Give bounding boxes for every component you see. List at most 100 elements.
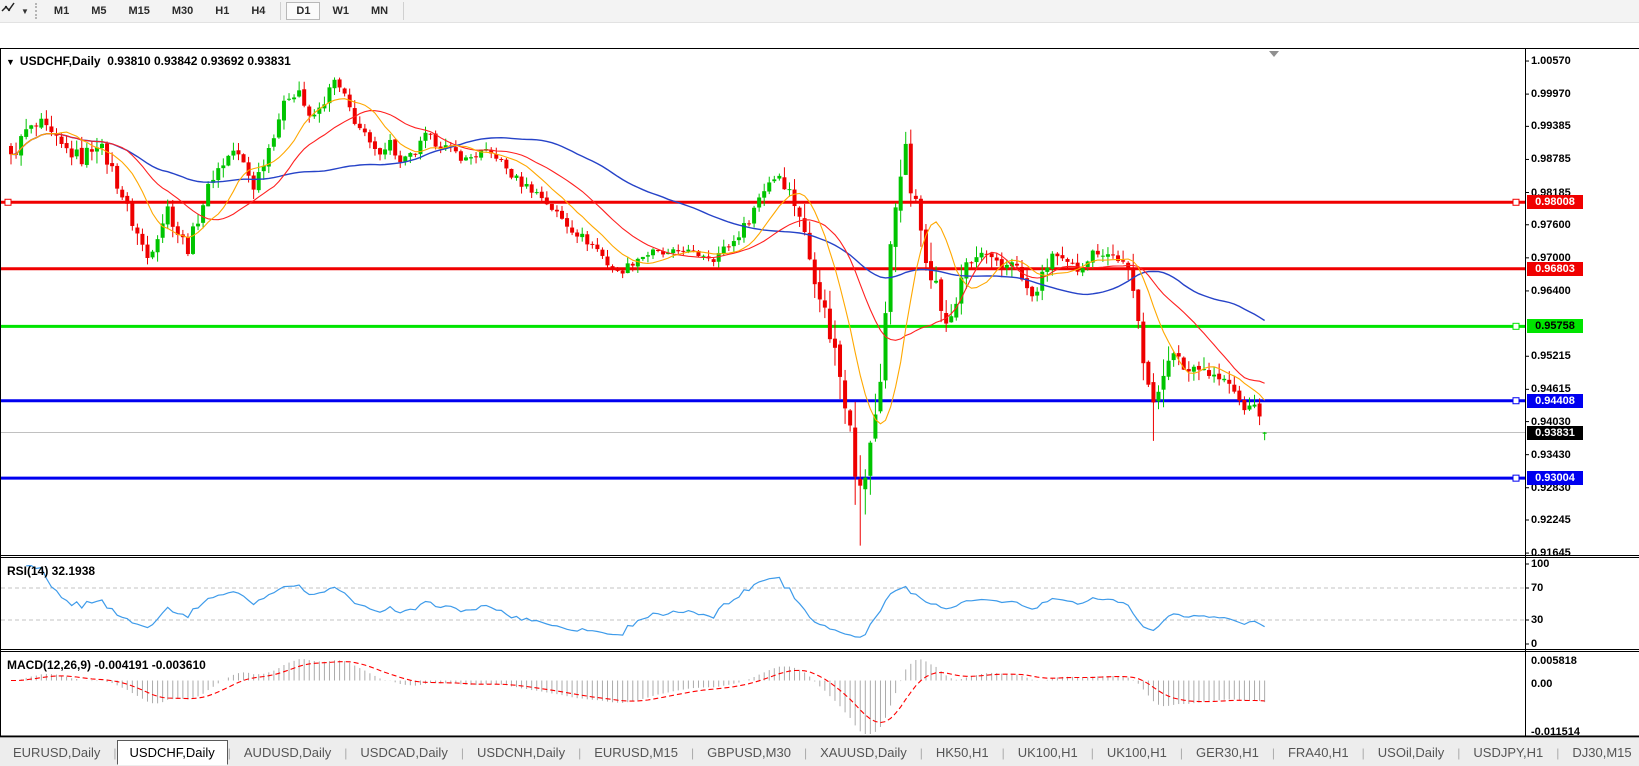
candle-body	[676, 250, 681, 252]
candle-body	[1146, 361, 1151, 385]
chart-ohlc-readout[interactable]: ▼ USDCHF,Daily 0.93810 0.93842 0.93692 0.…	[6, 54, 291, 68]
timeframe-button-h1[interactable]: H1	[205, 2, 239, 20]
chart-tab-usdchf-daily[interactable]: USDCHF,Daily	[116, 740, 228, 765]
line-end-marker	[4, 198, 12, 206]
candle-body	[939, 279, 944, 311]
triangle-down-icon[interactable]: ▼	[6, 57, 15, 67]
chart-ohlc-values: 0.93810 0.93842 0.93692 0.93831	[107, 54, 291, 68]
timeframe-button-w1[interactable]: W1	[322, 2, 359, 20]
timeframe-button-m1[interactable]: M1	[44, 2, 79, 20]
timeframe-buttons: M1 M5 M15 M30 H1 H4 D1 W1 MN	[43, 2, 408, 20]
candle-body	[1009, 262, 1014, 267]
timeframe-toolbar: ▼ M1 M5 M15 M30 H1 H4 D1 W1 MN	[0, 0, 1639, 23]
candle-body	[772, 179, 777, 182]
candle-body	[1156, 391, 1161, 402]
candle-body	[150, 251, 155, 258]
chevron-down-icon[interactable]: ▼	[21, 7, 29, 16]
macd-indicator-label[interactable]: MACD(12,26,9) -0.004191 -0.003610	[7, 658, 206, 672]
price-level-tag[interactable]: 0.98008	[1527, 195, 1583, 210]
candle-body	[827, 308, 832, 340]
candle-body	[322, 104, 327, 109]
price-axis-label: 0.95215	[1531, 350, 1571, 363]
candle-body	[666, 252, 671, 255]
candle-body	[590, 243, 595, 245]
timeframe-button-h4[interactable]: H4	[241, 2, 275, 20]
candle-body	[14, 153, 19, 155]
candle-body	[1242, 400, 1247, 411]
price-axis-label: 0.92245	[1531, 513, 1571, 526]
candle-body	[94, 147, 99, 152]
price-level-tag[interactable]: 0.96803	[1527, 261, 1583, 276]
chart-tab-eurusd-m15[interactable]: EURUSD,M15	[581, 741, 691, 764]
candle-body	[979, 252, 984, 258]
chart-tab-uk100-h1[interactable]: UK100,H1	[1094, 741, 1180, 764]
chart-tab-uk100-h1[interactable]: UK100,H1	[1005, 741, 1091, 764]
candle-body	[863, 477, 868, 490]
chart-canvas[interactable]	[0, 24, 1639, 766]
candle-body	[1025, 278, 1030, 289]
price-axis-label: 1.00570	[1531, 55, 1571, 68]
candle-body	[458, 151, 463, 161]
candle-body	[135, 227, 140, 234]
price-axis-label: 0.93430	[1531, 448, 1571, 461]
candle-body	[180, 234, 185, 238]
timeframe-button-m30[interactable]: M30	[162, 2, 203, 20]
candle-body	[337, 79, 342, 88]
chart-tab-usdjpy-h1[interactable]: USDJPY,H1	[1460, 741, 1556, 764]
chart-tab-xauusd-daily[interactable]: XAUUSD,Daily	[807, 741, 920, 764]
chart-tab-usdcnh-daily[interactable]: USDCNH,Daily	[464, 741, 578, 764]
candle-body	[332, 79, 337, 89]
candle-body	[650, 249, 655, 256]
candle-body	[888, 244, 893, 312]
candle-body	[893, 207, 898, 247]
candle-body	[241, 154, 246, 163]
timeframe-button-mn[interactable]: MN	[361, 2, 398, 20]
candle-body	[575, 232, 580, 237]
candle-body	[29, 125, 34, 129]
chart-tab-fra40-h1[interactable]: FRA40,H1	[1275, 741, 1362, 764]
candle-body	[74, 149, 79, 157]
candle-body	[787, 189, 792, 191]
candle-body	[145, 244, 150, 258]
candle-body	[1080, 268, 1085, 273]
candle-body	[898, 176, 903, 211]
chart-tab-ger30-h1[interactable]: GER30,H1	[1183, 741, 1272, 764]
candle-body	[843, 380, 848, 409]
candle-body	[635, 258, 640, 267]
timeframe-button-m15[interactable]: M15	[118, 2, 159, 20]
candle-body	[352, 108, 357, 124]
chart-tab-usdcad-daily[interactable]: USDCAD,Daily	[347, 741, 460, 764]
candle-body	[903, 143, 908, 175]
candle-body	[595, 244, 600, 250]
candle-body	[696, 250, 701, 257]
timeframe-button-m5[interactable]: M5	[81, 2, 116, 20]
chart-tab-hk50-h1[interactable]: HK50,H1	[923, 741, 1002, 764]
candle-body	[448, 145, 453, 147]
candle-body	[721, 246, 726, 254]
candle-body	[287, 98, 292, 100]
price-axis-label: 0.96400	[1531, 284, 1571, 297]
chart-tab-audusd-daily[interactable]: AUDUSD,Daily	[231, 741, 344, 764]
line-end-marker	[1512, 198, 1520, 206]
candle-body	[565, 218, 570, 227]
candle-body	[1014, 263, 1019, 266]
candle-body	[226, 155, 231, 166]
chart-tab-eurusd-daily[interactable]: EURUSD,Daily	[0, 741, 113, 764]
candle-body	[54, 133, 59, 136]
ma-slow-line	[10, 132, 1265, 322]
chart-tab-dj30-m15[interactable]: DJ30,M15	[1559, 741, 1639, 764]
toolbar-grip[interactable]	[34, 3, 37, 19]
candle-body	[838, 344, 843, 377]
price-level-tag[interactable]: 0.94408	[1527, 393, 1583, 408]
price-level-tag[interactable]: 0.93004	[1527, 471, 1583, 486]
candle-body	[1075, 262, 1080, 272]
price-level-tag[interactable]: 0.95758	[1527, 319, 1583, 334]
rsi-indicator-label[interactable]: RSI(14) 32.1938	[7, 564, 95, 578]
candle-body	[479, 149, 484, 158]
chart-cursor-icon[interactable]	[1, 2, 20, 20]
candle-body	[519, 176, 524, 187]
chart-tab-gbpusd-m30[interactable]: GBPUSD,M30	[694, 741, 804, 764]
timeframe-button-d1[interactable]: D1	[286, 2, 321, 20]
chart-tab-usoil-daily[interactable]: USOil,Daily	[1365, 741, 1457, 764]
candle-body	[24, 129, 29, 137]
